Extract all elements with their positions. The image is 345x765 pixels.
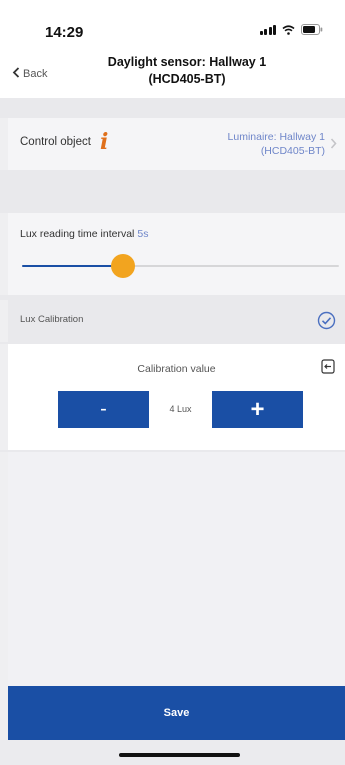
decrease-button[interactable]: - [58,391,149,428]
control-object-row[interactable]: Control object i Luminaire: Hallway 1 (H… [8,118,345,170]
save-button[interactable]: Save [8,686,345,740]
spacer [0,98,345,118]
lux-interval-unit: 5s [137,228,149,240]
check-circle-icon[interactable] [317,311,336,335]
page-title-line1: Daylight sensor: Hallway 1 [107,55,267,69]
chevron-right-icon [330,136,337,152]
lux-calibration-row[interactable]: Lux Calibration [8,300,345,342]
slider-fill [22,265,124,267]
calibration-value: 4 Lux [169,404,192,414]
chevron-left-icon [12,67,20,81]
back-label: Back [23,68,48,80]
navigation-header: Back Daylight sensor: Hallway 1 (HCD405-… [0,50,345,98]
control-object-value-line1: Luminaire: Hallway 1 [227,131,325,143]
page-title-line2: (HCD405-BT) [148,72,226,86]
lux-interval-slider[interactable] [22,254,339,278]
status-icons [259,24,324,35]
control-object-value: Luminaire: Hallway 1 (HCD405-BT) [185,130,325,158]
page-title: Daylight sensor: Hallway 1 (HCD405-BT) [78,54,296,88]
increase-button[interactable]: + [212,391,303,428]
calibration-panel: Calibration value - 4 Lux + [8,344,345,450]
lux-calibration-label: Lux Calibration [20,314,84,325]
slider-thumb[interactable] [111,254,136,278]
info-icon[interactable]: i [100,129,108,155]
home-indicator[interactable] [119,753,240,757]
content-area [8,452,345,686]
battery-icon [301,24,323,35]
reset-icon[interactable] [321,359,335,379]
lux-interval-label-text: Lux reading time interval [20,228,135,240]
lux-interval-card: Lux reading time interval 5s [8,213,345,295]
status-time: 14:29 [45,24,84,41]
signal-icon [259,24,276,35]
calibration-title: Calibration value [137,363,216,375]
control-object-value-line2: (HCD405-BT) [260,145,325,157]
wifi-icon [282,24,295,35]
home-area [0,740,345,765]
spacer [0,170,345,213]
back-button[interactable]: Back [12,67,47,81]
status-bar: 14:29 [0,0,345,50]
control-object-label: Control object [20,136,91,148]
lux-interval-label: Lux reading time interval 5s [20,228,149,240]
